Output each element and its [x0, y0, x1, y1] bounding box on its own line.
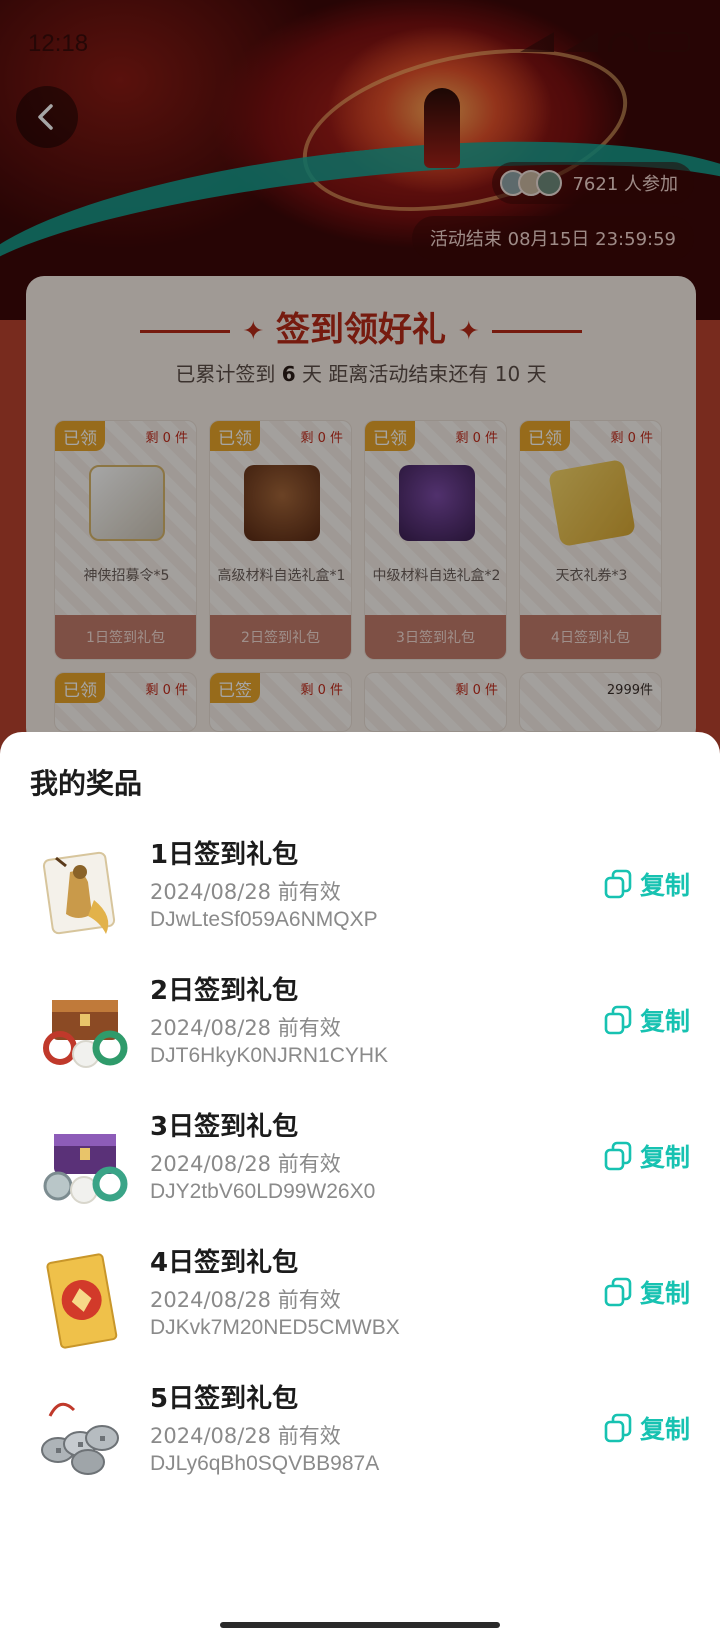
coin-string-icon	[30, 1386, 134, 1490]
prize-code[interactable]: DJT6HkyK0NJRN1CYHK	[150, 1044, 388, 1068]
copy-button[interactable]: 复制	[604, 1000, 690, 1040]
copy-button[interactable]: 复制	[604, 1272, 690, 1312]
prize-validity: 2024/08/28 前有效	[150, 880, 341, 904]
prize-list: 1日签到礼包 2024/08/28 前有效 DJwLteSf059A6NMQXP…	[0, 828, 720, 1508]
prize-validity: 2024/08/28 前有效	[150, 1288, 341, 1312]
prize-code[interactable]: DJwLteSf059A6NMQXP	[150, 908, 378, 932]
copy-icon	[604, 1277, 632, 1307]
copy-icon	[604, 1141, 632, 1171]
prize-validity: 2024/08/28 前有效	[150, 1152, 341, 1176]
copy-icon	[604, 869, 632, 899]
prize-item: 3日签到礼包 2024/08/28 前有效 DJY2tbV60LD99W26X0…	[0, 1100, 720, 1236]
prize-item: 1日签到礼包 2024/08/28 前有效 DJwLteSf059A6NMQXP…	[0, 828, 720, 964]
home-indicator[interactable]	[220, 1622, 500, 1628]
copy-label: 复制	[639, 1415, 690, 1444]
prizes-sheet: 我的奖品 1日签到礼包 2024/08/28 前有效 DJwLteSf059A6…	[0, 732, 720, 1640]
copy-label: 复制	[639, 1143, 690, 1172]
copy-button[interactable]: 复制	[604, 1408, 690, 1448]
copy-label: 复制	[639, 1279, 690, 1308]
copy-button[interactable]: 复制	[604, 864, 690, 904]
purple-chest-icon	[30, 1114, 134, 1218]
prize-item: 4日签到礼包 2024/08/28 前有效 DJKvk7M20NED5CMWBX…	[0, 1236, 720, 1372]
coupon-icon	[30, 1250, 134, 1354]
prize-name: 1日签到礼包	[150, 840, 299, 870]
prize-name: 2日签到礼包	[150, 976, 299, 1006]
recruit-token-icon	[30, 842, 134, 946]
prize-name: 3日签到礼包	[150, 1112, 299, 1142]
prize-code[interactable]: DJKvk7M20NED5CMWBX	[150, 1316, 400, 1340]
prize-code[interactable]: DJY2tbV60LD99W26X0	[150, 1180, 375, 1204]
copy-label: 复制	[639, 1007, 690, 1036]
prize-name: 4日签到礼包	[150, 1248, 299, 1278]
treasure-chest-icon	[30, 978, 134, 1082]
sheet-title: 我的奖品	[30, 767, 143, 800]
copy-button[interactable]: 复制	[604, 1136, 690, 1176]
prize-item: 2日签到礼包 2024/08/28 前有效 DJT6HkyK0NJRN1CYHK…	[0, 964, 720, 1100]
copy-icon	[604, 1005, 632, 1035]
copy-icon	[604, 1413, 632, 1443]
prize-code[interactable]: DJLy6qBh0SQVBB987A	[150, 1452, 379, 1476]
prize-validity: 2024/08/28 前有效	[150, 1424, 341, 1448]
prize-item: 5日签到礼包 2024/08/28 前有效 DJLy6qBh0SQVBB987A…	[0, 1372, 720, 1508]
prize-name: 5日签到礼包	[150, 1384, 299, 1414]
copy-label: 复制	[639, 871, 690, 900]
prize-validity: 2024/08/28 前有效	[150, 1016, 341, 1040]
